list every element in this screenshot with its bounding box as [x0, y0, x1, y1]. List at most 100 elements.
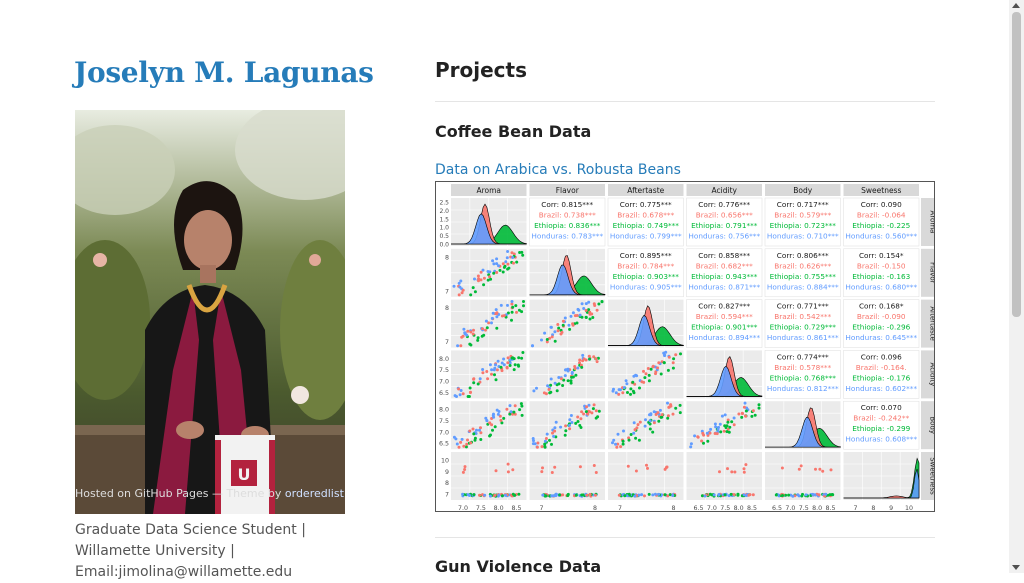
y-tick-label: 8	[445, 254, 449, 261]
scatter-point	[491, 259, 495, 263]
scatter-point	[828, 493, 832, 497]
correlation-text: Ethiopia: 0.723***	[770, 221, 837, 230]
scatter-point	[569, 381, 573, 385]
scatter-point	[458, 393, 462, 397]
scatter-point	[616, 432, 620, 436]
scatter-point	[567, 323, 571, 327]
scatter-point	[663, 493, 667, 497]
scatter-point	[590, 312, 594, 316]
scatter-point	[594, 357, 598, 361]
scatter-point	[580, 365, 584, 369]
scatter-point	[750, 414, 754, 418]
scatter-point	[561, 384, 565, 387]
scatter-point	[580, 302, 584, 306]
correlation-text: Corr: 0.895***	[620, 251, 672, 260]
y-tick-label: 6.5	[439, 390, 449, 397]
scatter-point	[791, 494, 795, 498]
scatter-point	[571, 323, 575, 327]
scroll-up-arrow-icon[interactable]	[1012, 3, 1020, 8]
scatter-point	[476, 338, 480, 342]
x-tick-label: 7.5	[476, 505, 486, 511]
correlation-text: Corr: 0.717***	[777, 200, 829, 209]
theme-link[interactable]: orderedlist	[285, 487, 344, 500]
scatter-point	[543, 445, 547, 449]
scatter-point	[505, 365, 509, 369]
scroll-down-arrow-icon[interactable]	[1012, 565, 1020, 570]
scatter-point	[744, 414, 748, 418]
scatter-point	[818, 467, 822, 471]
scatter-point	[511, 305, 515, 309]
scatter-point	[629, 392, 632, 396]
scatter-point	[653, 492, 657, 496]
correlation-text: Ethiopia: -0.176	[852, 373, 910, 382]
scatter-point	[502, 265, 506, 269]
scatter-point	[501, 262, 505, 266]
scatter-point	[464, 445, 468, 449]
scatter-point	[643, 424, 647, 428]
scatter-point	[483, 493, 487, 497]
scatter-point	[453, 394, 457, 398]
scatter-point	[716, 427, 720, 431]
scatter-point	[506, 361, 510, 365]
scatter-point	[511, 256, 515, 259]
scatter-point	[648, 419, 652, 423]
correlation-text: Brazil: -0.242**	[853, 414, 909, 423]
scatter-point	[497, 264, 500, 268]
scatter-point	[568, 327, 572, 331]
site-title[interactable]: Joselyn M. Lagunas	[74, 56, 374, 89]
project-link[interactable]: Data on Arabica vs. Robusta Beans	[435, 162, 681, 178]
correlation-text: Brazil: 0.626***	[774, 261, 831, 270]
scatter-point	[461, 392, 465, 396]
scatter-point	[594, 471, 598, 474]
scrollbar-thumb[interactable]	[1012, 12, 1021, 317]
facet-label: Body	[929, 416, 935, 434]
scatter-point	[494, 363, 497, 367]
scatter-point	[509, 410, 513, 414]
scatter-point	[548, 438, 551, 442]
correlation-text: Ethiopia: -0.225	[852, 221, 910, 230]
scatter-point	[510, 300, 514, 303]
scatter-point	[642, 369, 645, 373]
scatter-point	[506, 262, 510, 266]
correlation-text: Honduras: 0.645***	[845, 333, 917, 342]
facet-label: Aroma	[929, 211, 935, 234]
scatter-point	[461, 492, 465, 496]
bio: Graduate Data Science Student | Willamet…	[75, 520, 335, 583]
x-tick-label: 7	[853, 505, 857, 511]
scatter-point	[646, 466, 649, 470]
scatter-point	[596, 415, 600, 419]
correlation-text: Honduras: 0.884***	[767, 282, 839, 291]
correlation-text: Corr: 0.827***	[698, 302, 750, 311]
correlation-text: Corr: 0.168*	[859, 302, 904, 311]
correlation-text: Brazil: -0.150	[857, 261, 906, 270]
scatter-point	[485, 370, 489, 373]
scatter-point	[463, 465, 467, 469]
scatter-point	[751, 409, 755, 413]
y-tick-label: 1.0	[439, 225, 449, 232]
scatter-point	[469, 293, 473, 297]
scatter-point	[501, 270, 505, 274]
scatter-point	[637, 438, 641, 442]
y-tick-label: 1.5	[439, 216, 449, 223]
y-tick-label: 7.5	[439, 418, 449, 425]
scatter-point	[708, 431, 712, 435]
scatter-point	[484, 319, 488, 323]
scatter-point	[510, 318, 513, 322]
scatter-point	[495, 315, 499, 319]
scatter-point	[452, 435, 456, 439]
scatter-point	[747, 493, 751, 497]
scatter-point	[494, 378, 498, 382]
scrollbar[interactable]	[1009, 0, 1024, 573]
scatter-point	[500, 494, 504, 498]
scatter-point	[667, 355, 671, 359]
scatter-point	[549, 325, 553, 329]
scatter-point	[551, 431, 554, 435]
scatter-point	[456, 344, 460, 348]
correlation-text: Brazil: 0.656***	[696, 211, 753, 220]
scatter-point	[510, 251, 514, 255]
scatter-point	[784, 493, 788, 497]
scatter-point	[566, 493, 570, 497]
scatter-point	[585, 493, 589, 497]
scatter-point	[455, 442, 459, 446]
scatter-point	[636, 423, 640, 427]
